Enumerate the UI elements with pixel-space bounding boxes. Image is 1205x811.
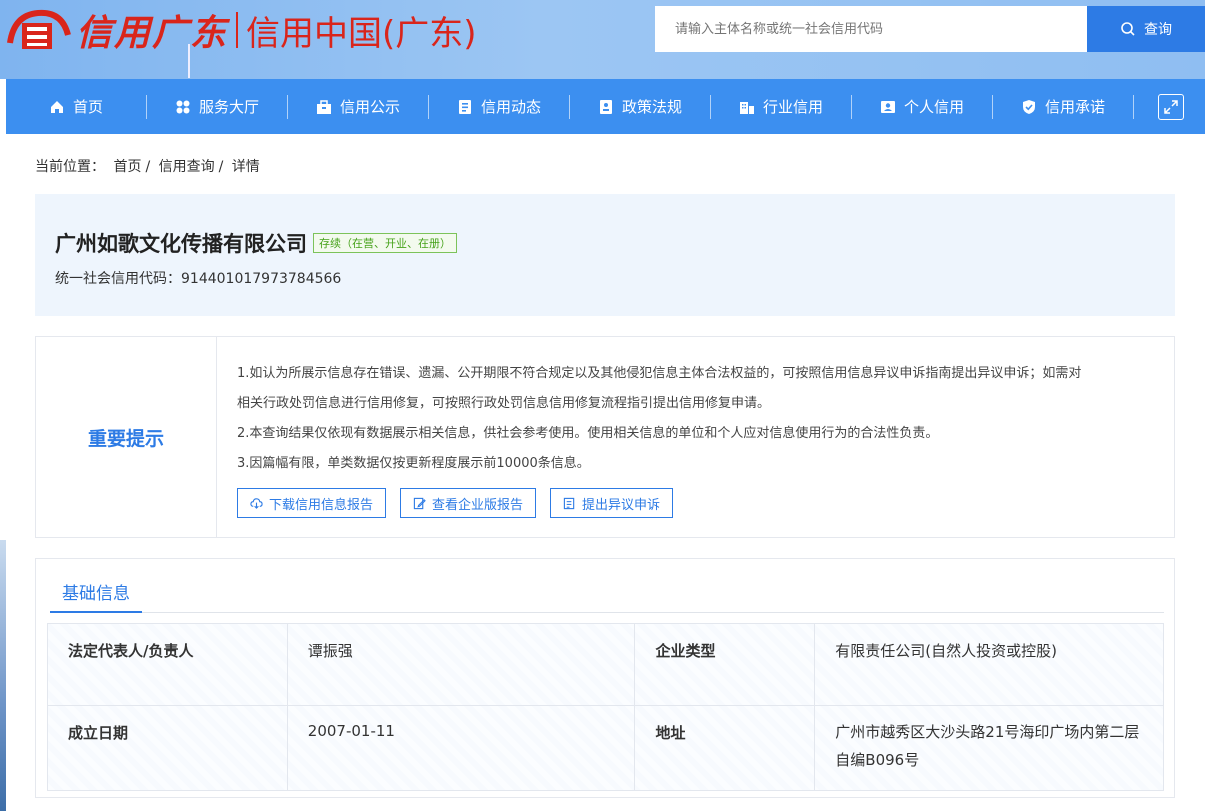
site-logo[interactable]: 信用广东 信用中国(广东) [0,0,477,60]
credit-code-label: 统一社会信用代码： [55,271,181,287]
search-button-label: 查询 [1144,22,1172,38]
breadcrumb-prefix: 当前位置： [35,159,105,175]
briefcase-icon [316,99,332,115]
button-label: 提出异议申诉 [582,497,661,513]
fullscreen-button[interactable] [1158,93,1184,120]
credit-code-value: 914401017973784566 [181,271,342,287]
nav-item-credit-commitment[interactable]: 信用承诺 [993,79,1133,134]
notice-line: 2.本查询结果仅依现有数据展示相关信息，供社会参考使用。使用相关信息的单位和个人… [237,426,939,441]
table-row: 成立日期 2007-01-11 地址 广州市越秀区大沙头路21号海印广场内第二层… [47,705,1164,791]
breadcrumb-separator: / [218,159,224,175]
background-decoration [0,540,6,811]
person-card-icon [880,99,896,115]
nav-item-personal-credit[interactable]: 个人信用 [852,79,992,134]
view-enterprise-report-button[interactable]: 查看企业版报告 [400,488,537,518]
credit-code-row: 统一社会信用代码：914401017973784566 [55,268,341,288]
nav-item-policies[interactable]: 政策法规 [570,79,710,134]
notice-line: 3.因篇幅有限，单类数据仅按更新程度展示前10000条信息。 [237,456,590,471]
basic-info-table: 法定代表人/负责人 谭振强 企业类型 有限责任公司(自然人投资或控股) 成立日期… [47,623,1164,791]
nav-label: 个人信用 [903,98,964,116]
logo-divider [236,12,239,48]
breadcrumb-home-link[interactable]: 首页 [113,159,141,175]
edit-document-icon [413,497,426,509]
nav-separator [1133,94,1134,119]
notice-line: 1.如认为所展示信息存在错误、遗漏、公开期限不符合规定以及其他侵犯信息主体合法权… [237,366,1082,381]
button-label: 查看企业版报告 [432,497,524,513]
notice-actions: 下载信用信息报告 查看企业版报告 提出异议申诉 [237,488,674,518]
field-label: 法定代表人/负责人 [47,623,288,706]
submit-objection-button[interactable]: 提出异议申诉 [550,488,674,518]
nav-item-credit-news[interactable]: 信用动态 [429,79,569,134]
breadcrumb-separator: / [145,159,151,175]
notice-line: 相关行政处罚信息进行信用修复，可按照行政处罚信息信用修复流程指引提出信用修复申请… [237,396,771,411]
search-bar: 查询 [655,6,1205,52]
field-label: 企业类型 [634,623,816,706]
nav-item-home[interactable]: 首页 [6,79,146,134]
expand-icon [1164,99,1178,114]
search-icon [1121,22,1135,36]
cloud-download-icon [250,497,263,509]
breadcrumb: 当前位置： 首页 / 信用查询 / 详情 [35,156,264,176]
notice-text: 1.如认为所展示信息存在错误、遗漏、公开期限不符合规定以及其他侵犯信息主体合法权… [237,359,1157,479]
building-icon [739,99,755,115]
basic-info-tabs: 基础信息 [50,571,1164,613]
nav-label: 政策法规 [621,98,682,116]
important-notice: 重要提示 1.如认为所展示信息存在错误、遗漏、公开期限不符合规定以及其他侵犯信息… [35,336,1175,538]
home-icon [49,99,65,115]
download-report-button[interactable]: 下载信用信息报告 [237,488,387,518]
search-input[interactable] [655,6,1087,52]
nav-item-service-hall[interactable]: 服务大厅 [147,79,287,134]
nav-label: 服务大厅 [198,98,259,116]
nav-item-industry-credit[interactable]: 行业信用 [711,79,851,134]
nav-item-credit-publicity[interactable]: 信用公示 [288,79,428,134]
status-badge: 存续（在营、开业、在册） [313,233,457,253]
grid-icon [175,99,191,115]
nav-label: 行业信用 [762,98,823,116]
logo-site-name: 信用中国(广东) [246,13,477,54]
company-card: 广州如歌文化传播有限公司 存续（在营、开业、在册） 统一社会信用代码：91440… [35,194,1175,316]
shield-icon [1021,99,1037,115]
table-row: 法定代表人/负责人 谭振强 企业类型 有限责任公司(自然人投资或控股) [47,623,1164,706]
document-icon [457,99,473,115]
tab-basic-info[interactable]: 基础信息 [50,571,142,613]
notice-title: 重要提示 [36,337,217,537]
book-icon [598,99,614,115]
breadcrumb-current: 详情 [231,159,260,175]
company-name: 广州如歌文化传播有限公司 [55,232,307,256]
antenna-decoration [188,44,190,78]
field-value: 2007-01-11 [286,705,636,791]
form-icon [563,497,575,509]
logo-emblem-icon [4,5,74,55]
field-value: 有限责任公司(自然人投资或控股) [814,623,1164,706]
nav-label: 首页 [72,98,103,116]
field-value: 广州市越秀区大沙头路21号海印广场内第二层自编B096号 [814,705,1164,791]
company-title-row: 广州如歌文化传播有限公司 存续（在营、开业、在册） [55,228,457,258]
nav-label: 信用动态 [480,98,541,116]
breadcrumb-credit-query-link[interactable]: 信用查询 [159,159,215,175]
logo-script-text: 信用广东 [76,12,229,54]
button-label: 下载信用信息报告 [269,497,374,513]
main-nav: 首页 服务大厅 信用公示 信用动态 政策法规 行业信用 个人信用 信用承诺 [6,79,1205,134]
field-value: 谭振强 [286,623,636,706]
nav-label: 信用公示 [339,98,400,116]
field-label: 成立日期 [47,705,288,791]
field-label: 地址 [634,705,816,791]
search-button[interactable]: 查询 [1087,6,1205,52]
basic-info-panel: 基础信息 法定代表人/负责人 谭振强 企业类型 有限责任公司(自然人投资或控股)… [35,558,1175,798]
site-header: 信用广东 信用中国(广东) 查询 [0,0,1205,79]
nav-label: 信用承诺 [1044,98,1105,116]
